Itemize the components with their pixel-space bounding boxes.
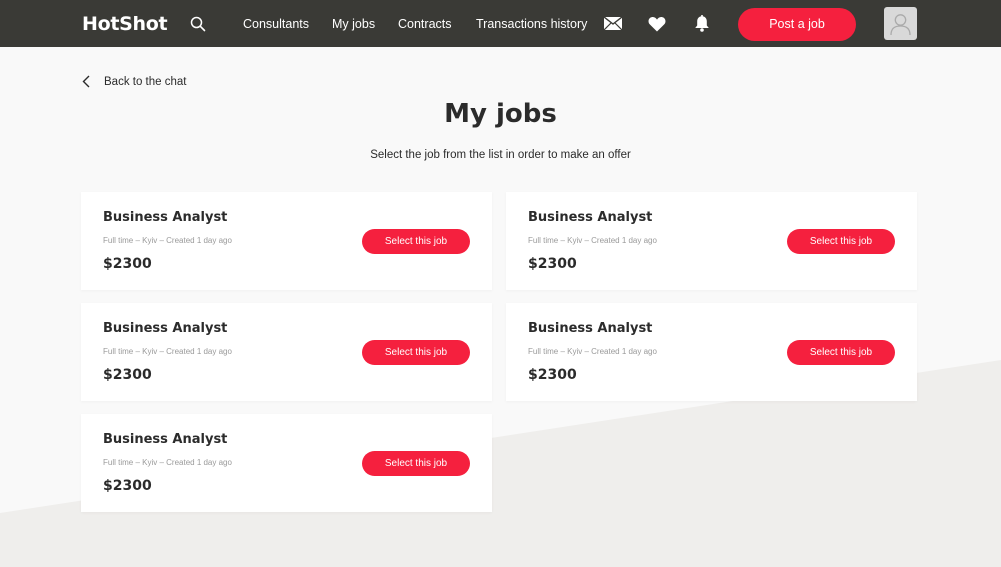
job-card: Business Analyst Full time – Kyiv – Crea… [81,303,492,401]
page-title: My jobs [444,99,557,129]
nav-item-my-jobs[interactable]: My jobs [332,17,375,31]
job-meta: Full time – Kyiv – Created 1 day ago [103,458,232,467]
job-price: $2300 [103,478,152,494]
select-job-button[interactable]: Select this job [362,229,470,254]
job-title: Business Analyst [103,210,228,225]
job-meta: Full time – Kyiv – Created 1 day ago [528,347,657,356]
job-card: Business Analyst Full time – Kyiv – Crea… [506,303,917,401]
page-subtitle: Select the job from the list in order to… [370,149,631,161]
select-job-button[interactable]: Select this job [362,340,470,365]
job-price: $2300 [103,367,152,383]
select-job-button[interactable]: Select this job [362,451,470,476]
nav-item-consultants[interactable]: Consultants [243,17,309,31]
job-price: $2300 [103,256,152,272]
job-card: Business Analyst Full time – Kyiv – Crea… [81,192,492,290]
chevron-left-icon [82,75,90,88]
back-link-label: Back to the chat [104,75,187,88]
search-icon[interactable] [190,16,206,32]
job-price: $2300 [528,367,577,383]
bell-icon[interactable] [694,15,710,32]
job-meta: Full time – Kyiv – Created 1 day ago [528,236,657,245]
job-title: Business Analyst [528,321,653,336]
back-to-chat-link[interactable]: Back to the chat [82,75,186,88]
avatar[interactable] [884,7,917,40]
job-card: Business Analyst Full time – Kyiv – Crea… [506,192,917,290]
select-job-button[interactable]: Select this job [787,340,895,365]
user-icon [890,14,911,36]
job-title: Business Analyst [103,321,228,336]
main-content: Back to the chat My jobs Select the job … [0,47,1001,567]
heart-icon[interactable] [648,16,666,32]
select-job-button[interactable]: Select this job [787,229,895,254]
job-meta: Full time – Kyiv – Created 1 day ago [103,347,232,356]
job-meta: Full time – Kyiv – Created 1 day ago [103,236,232,245]
nav-item-contracts[interactable]: Contracts [398,17,452,31]
job-title: Business Analyst [103,432,228,447]
job-price: $2300 [528,256,577,272]
nav-item-transactions-history[interactable]: Transactions history [476,17,587,31]
mail-icon[interactable] [604,17,622,30]
job-card: Business Analyst Full time – Kyiv – Crea… [81,414,492,512]
top-navbar: HotShot Consultants My jobs Contracts Tr… [0,0,1001,47]
job-title: Business Analyst [528,210,653,225]
post-job-button[interactable]: Post a job [738,8,856,41]
logo[interactable]: HotShot [82,13,168,35]
